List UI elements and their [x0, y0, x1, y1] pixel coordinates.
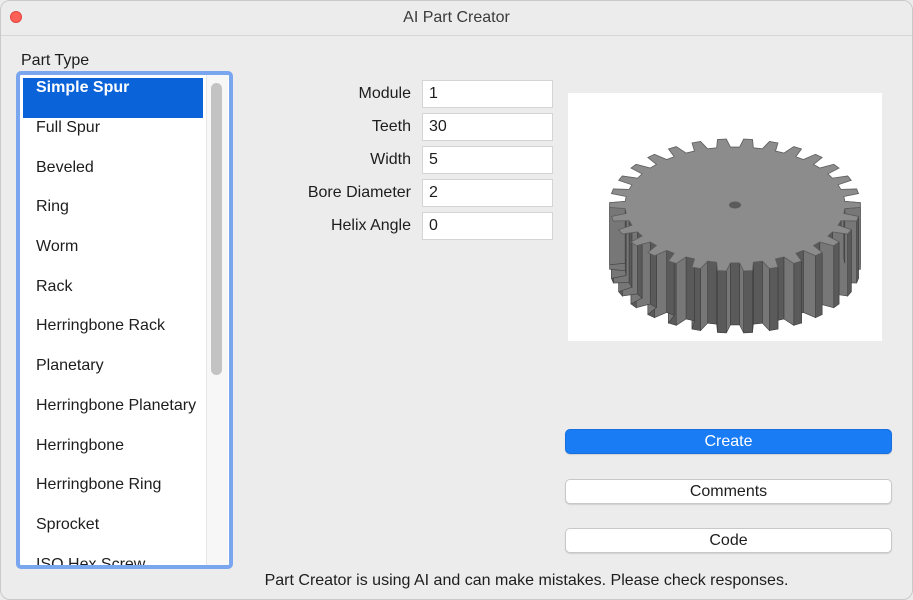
title-bar: AI Part Creator	[1, 1, 912, 36]
list-item-herringbone[interactable]: Herringbone	[23, 436, 203, 476]
list-item-sprocket[interactable]: Sprocket	[23, 515, 203, 555]
teeth-row: Teeth	[261, 113, 556, 141]
width-input[interactable]	[422, 146, 553, 174]
helix-angle-row: Helix Angle	[261, 212, 556, 240]
window-title: AI Part Creator	[403, 9, 510, 26]
list-item-ring[interactable]: Ring	[23, 197, 203, 237]
teeth-label: Teeth	[371, 118, 411, 135]
list-item-iso-hex-screw[interactable]: ISO Hex Screw	[23, 555, 203, 565]
bore-diameter-input[interactable]	[422, 179, 553, 207]
create-button[interactable]: Create	[565, 429, 892, 454]
list-item-full-spur[interactable]: Full Spur	[23, 118, 203, 158]
part-type-list[interactable]: Simple Spur Full Spur Beveled Ring Worm …	[16, 71, 233, 569]
gear-side-face	[815, 252, 823, 319]
gear-3d-render	[609, 138, 861, 334]
list-item-beveled[interactable]: Beveled	[23, 158, 203, 198]
gear-side-face	[793, 260, 802, 326]
gear-side-face	[783, 256, 795, 326]
gear-side-face	[762, 260, 770, 332]
list-item-herringbone-rack[interactable]: Herringbone Rack	[23, 316, 203, 356]
gear-side-face	[753, 260, 763, 325]
module-row: Module	[261, 80, 556, 108]
width-row: Width	[261, 146, 556, 174]
gear-side-face	[717, 270, 727, 334]
bore-diameter-label: Bore Diameter	[307, 184, 411, 201]
list-item-herringbone-ring[interactable]: Herringbone Ring	[23, 475, 203, 515]
helix-angle-input[interactable]	[422, 212, 553, 240]
part-type-label: Part Type	[21, 52, 90, 69]
helix-angle-label: Helix Angle	[330, 217, 411, 234]
gear-side-face	[675, 256, 687, 326]
list-item-simple-spur[interactable]: Simple Spur	[23, 78, 203, 118]
gear-bore-hole	[729, 201, 741, 209]
list-item-worm[interactable]: Worm	[23, 237, 203, 277]
gear-side-face	[739, 262, 744, 334]
list-item-rack[interactable]: Rack	[23, 277, 203, 317]
app-window: AI Part Creator Part Type Simple Spur Fu…	[0, 0, 913, 600]
teeth-input[interactable]	[422, 113, 553, 141]
list-scroll-thumb[interactable]	[211, 83, 222, 375]
part-type-items: Simple Spur Full Spur Beveled Ring Worm …	[23, 78, 203, 565]
comments-button[interactable]: Comments	[565, 479, 892, 504]
gear-side-face	[707, 260, 717, 325]
list-scrollbar[interactable]	[206, 75, 228, 565]
gear-side-face	[726, 262, 731, 334]
gear-side-face	[847, 228, 852, 297]
code-button[interactable]: Code	[565, 528, 892, 553]
bore-diameter-row: Bore Diameter	[261, 179, 556, 207]
gear-preview	[568, 93, 882, 341]
gear-side-face	[743, 270, 753, 334]
module-label: Module	[358, 85, 411, 102]
gear-side-face	[769, 266, 779, 331]
list-item-planetary[interactable]: Planetary	[23, 356, 203, 396]
width-label: Width	[370, 151, 411, 168]
ai-disclaimer: Part Creator is using AI and can make mi…	[264, 572, 789, 589]
list-item-herringbone-planetary[interactable]: Herringbone Planetary	[23, 396, 203, 436]
gear-side-face	[730, 262, 740, 326]
gear-side-face	[700, 260, 708, 332]
module-input[interactable]	[422, 80, 553, 108]
gear-side-face	[803, 249, 816, 319]
gear-side-face	[833, 241, 840, 309]
